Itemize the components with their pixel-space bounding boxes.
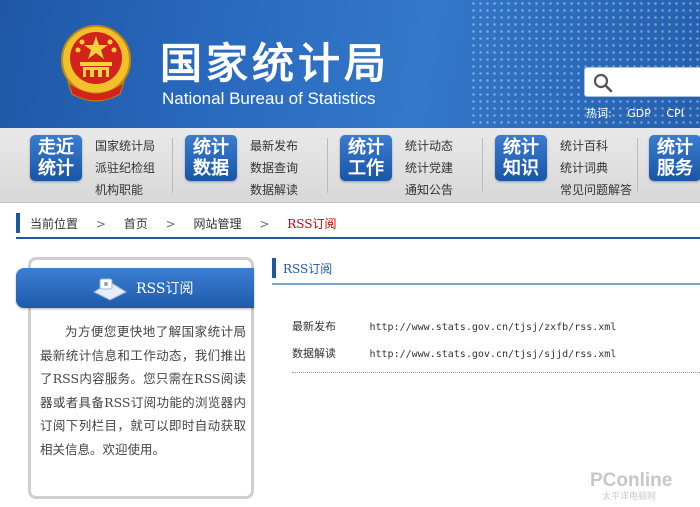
nav-link[interactable]: 常见问题解答 (560, 179, 632, 201)
breadcrumb-label: 当前位置 (30, 217, 79, 231)
breadcrumb-separator-icon: > (165, 217, 176, 231)
rss-feed-list: 最新发布 http://www.stats.gov.cn/tjsj/zxfb/r… (292, 318, 616, 372)
hotword-link[interactable]: CPI (666, 107, 684, 120)
nav-link[interactable]: 统计百科 (560, 135, 632, 157)
breadcrumb-item-site-admin[interactable]: 网站管理 (193, 217, 241, 231)
content-header: RSS订阅 (272, 257, 700, 285)
pconline-watermark-logo: PConline 太平洋电脑网 (590, 470, 672, 502)
nav-badge-service[interactable]: 统计服务 (649, 135, 700, 181)
nav-divider (637, 138, 638, 193)
hotwords-label: 热词: (586, 107, 612, 120)
content-title: RSS订阅 (283, 262, 333, 276)
nav-divider (172, 138, 173, 193)
nav-link[interactable]: 统计党建 (405, 157, 453, 179)
content-header-marker (272, 258, 276, 278)
nav-link[interactable]: 国家统计局 (95, 135, 155, 157)
hotwords-bar: 热词: GDP CPI PP (586, 105, 700, 121)
nav-badge-data[interactable]: 统计数据 (185, 135, 237, 181)
national-emblem-icon (61, 25, 131, 102)
breadcrumb-marker (16, 213, 20, 233)
nav-link[interactable]: 最新发布 (250, 135, 298, 157)
search-input[interactable] (584, 67, 700, 97)
breadcrumb-separator-icon: > (95, 217, 106, 231)
nav-link[interactable]: 统计动态 (405, 135, 453, 157)
breadcrumb: 当前位置 > 首页 > 网站管理 > RSS订阅 (16, 213, 700, 239)
site-title-en: National Bureau of Statistics (162, 89, 376, 108)
nav-link[interactable]: 数据解读 (250, 179, 298, 201)
nav-link[interactable]: 统计词典 (560, 157, 632, 179)
nav-badge-about[interactable]: 走近统计 (30, 135, 82, 181)
nav-link[interactable]: 机构职能 (95, 179, 155, 201)
nav-badge-work[interactable]: 统计工作 (340, 135, 392, 181)
nav-divider (482, 138, 483, 193)
svg-text:太平洋电脑网: 太平洋电脑网 (602, 490, 656, 502)
breadcrumb-separator-icon: > (259, 217, 270, 231)
feed-name: 数据解读 (292, 347, 336, 360)
feed-name: 最新发布 (292, 320, 336, 333)
nav-link[interactable]: 派驻纪检组 (95, 157, 155, 179)
search-icon[interactable] (593, 73, 613, 93)
header-banner: 国家统计局 National Bureau of Statistics 热词: … (0, 0, 700, 128)
rss-tab-header: RSS订阅 (16, 268, 254, 308)
hotword-link[interactable]: GDP (627, 107, 651, 120)
rss-feed-icon (92, 278, 128, 301)
feed-url-link[interactable]: http://www.stats.gov.cn/tjsj/zxfb/rss.xm… (370, 322, 617, 333)
nav-link[interactable]: 通知公告 (405, 179, 453, 201)
nav-divider (327, 138, 328, 193)
breadcrumb-item-home[interactable]: 首页 (124, 217, 148, 231)
feed-url-link[interactable]: http://www.stats.gov.cn/tjsj/sjjd/rss.xm… (370, 349, 617, 360)
rss-description: 为方便您更快地了解国家统计局最新统计信息和工作动态，我们推出了RSS内容服务。您… (40, 324, 246, 457)
content-divider (292, 372, 700, 373)
breadcrumb-item-current: RSS订阅 (287, 217, 337, 231)
list-item: 数据解读 http://www.stats.gov.cn/tjsj/sjjd/r… (292, 345, 616, 372)
main-nav: 走近统计 国家统计局 派驻纪检组 机构职能 统计数据 最新发布 数据查询 数据解… (0, 128, 700, 203)
site-title-cn: 国家统计局 (160, 39, 391, 88)
nav-link[interactable]: 数据查询 (250, 157, 298, 179)
list-item: 最新发布 http://www.stats.gov.cn/tjsj/zxfb/r… (292, 318, 616, 345)
svg-text:PConline: PConline (590, 470, 672, 491)
rss-tab-label: RSS订阅 (136, 281, 194, 297)
nav-badge-knowledge[interactable]: 统计知识 (495, 135, 547, 181)
